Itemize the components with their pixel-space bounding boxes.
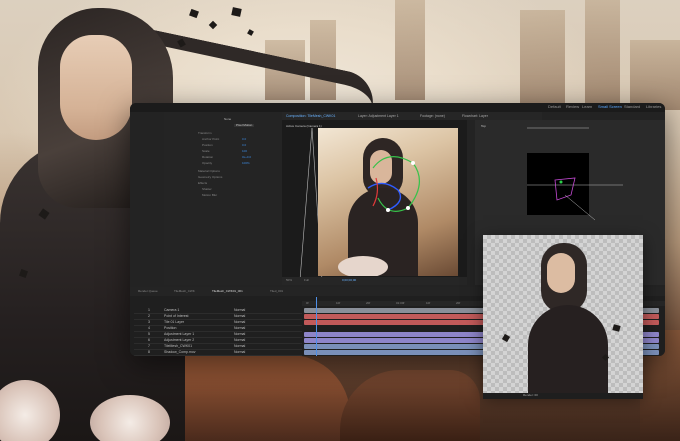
timeline-layer[interactable]: 8 Shadow_Comp.mov Normal: [134, 349, 302, 356]
workspace-item[interactable]: Review: [566, 104, 579, 109]
background-building: [630, 40, 680, 110]
layer-number: 5: [148, 332, 150, 336]
layer-mode[interactable]: Normal: [234, 320, 245, 324]
property-value[interactable]: 100%: [242, 162, 250, 165]
property-label[interactable]: Motion Blur: [202, 194, 217, 197]
preview-figure-body: [528, 305, 608, 395]
layer-number: 7: [148, 344, 150, 348]
shatter-preview-card: [483, 235, 643, 395]
property-value[interactable]: 100: [242, 150, 247, 153]
ruler-tick: 20f: [366, 301, 371, 305]
zoom-level[interactable]: 50%: [286, 279, 292, 282]
layer-number: 3: [148, 320, 150, 324]
tab-composition[interactable]: Composition: TileMesh_CWK01: [286, 114, 335, 118]
property-value[interactable]: 0.0: [242, 144, 246, 147]
layer-number: 2: [148, 314, 150, 318]
shatter-fragment: [247, 29, 254, 36]
background-building: [520, 10, 565, 105]
camera-guide-line: [299, 127, 313, 281]
ruler-tick: 10f: [426, 301, 431, 305]
keyframe-point[interactable]: [411, 161, 415, 165]
figure-face: [60, 35, 132, 140]
playhead[interactable]: [316, 297, 317, 356]
layer-name[interactable]: Adjustment Layer 1: [164, 332, 194, 336]
layer-mode[interactable]: Normal: [234, 308, 245, 312]
viewer-timecode[interactable]: 0;00;00;00: [342, 279, 356, 282]
property-label[interactable]: Geometry Options: [198, 176, 222, 179]
ruler-tick: 0f: [306, 301, 309, 305]
property-label[interactable]: Position: [202, 144, 213, 147]
resolution[interactable]: Full: [304, 279, 309, 282]
workspace-item-active[interactable]: Small Screen: [598, 104, 622, 109]
layer-mode[interactable]: Normal: [234, 338, 245, 342]
property-label[interactable]: Rotation: [202, 156, 213, 159]
top-view-comp: [527, 153, 589, 215]
camera-paths: [367, 156, 420, 212]
layer-name[interactable]: Tile 01 Layer: [164, 320, 184, 324]
ruler-tick: 01:00f: [396, 301, 405, 305]
tab-layer[interactable]: Layer: Adjustment Layer 1: [358, 114, 399, 118]
viewer-footer: 50% Full 0;00;00;00: [282, 277, 467, 285]
layer-mode[interactable]: Normal: [234, 344, 245, 348]
preview-toolbar: Render: 00: [483, 393, 643, 399]
layer-name[interactable]: TileMesh_CWK01: [164, 344, 192, 348]
property-value[interactable]: 0x+0.0: [242, 156, 251, 159]
workspace-bar: Default Review Learn Small Screen Standa…: [130, 103, 665, 112]
mode-dropdown[interactable]: Pixel Motion: [234, 124, 255, 127]
layer-name[interactable]: Position: [164, 326, 176, 330]
background-building: [395, 0, 425, 100]
tab-timeline[interactable]: TileMesh_CWK: [174, 290, 195, 293]
property-label[interactable]: Transform: [198, 132, 212, 135]
preview-label: Render: 00: [523, 393, 538, 397]
property-label[interactable]: Anchor Point: [202, 138, 219, 141]
property-list: Transform Anchor Point 0.0 Position 0.0 …: [194, 132, 279, 202]
property-value[interactable]: 0.0: [242, 138, 246, 141]
workspace-item[interactable]: Libraries: [646, 104, 661, 109]
layer-mode[interactable]: Normal: [234, 326, 245, 330]
layer-mode[interactable]: Normal: [234, 350, 245, 354]
property-label[interactable]: Opacity: [202, 162, 212, 165]
camera-point[interactable]: [559, 180, 563, 184]
property-label[interactable]: Scale: [202, 150, 210, 153]
ruffle-detail: [90, 395, 170, 441]
ruler-tick: 20f: [456, 301, 461, 305]
shatter-fragment: [208, 20, 218, 30]
viewer-image: [318, 128, 458, 276]
shatter-fragment: [231, 7, 242, 17]
layer-name[interactable]: Point of Interest: [164, 314, 189, 318]
workspace-item[interactable]: Default: [548, 104, 561, 109]
panel-label: None: [224, 117, 232, 121]
layer-mode[interactable]: Normal: [234, 332, 245, 336]
shatter-fragment: [189, 8, 199, 19]
layer-name[interactable]: Adjustment Layer 2: [164, 338, 194, 342]
property-label[interactable]: Effects: [198, 182, 207, 185]
composition-tabs: Composition: TileMesh_CWK01 Layer: Adjus…: [282, 112, 542, 120]
tab-timeline[interactable]: Tiled_001: [270, 290, 283, 293]
layer-name[interactable]: Camera 1: [164, 308, 179, 312]
layer-number: 8: [148, 350, 150, 354]
layer-number: 1: [148, 308, 150, 312]
layer-name[interactable]: Shadow_Comp.mov: [164, 350, 196, 354]
tab-footage[interactable]: Footage: (none): [420, 114, 445, 118]
background-ruins: [340, 370, 480, 441]
tab-flowchart[interactable]: Flowchart: Layer: [462, 114, 488, 118]
tab-render-queue[interactable]: Render Queue: [138, 290, 158, 293]
layer-number: 6: [148, 338, 150, 342]
preview-figure-face: [547, 253, 575, 293]
property-label[interactable]: Material Options: [198, 170, 220, 173]
workspace-item[interactable]: Standard: [624, 104, 640, 109]
composition-viewer[interactable]: Active Camera (Camera 1) 50% Full 0;00;0…: [282, 120, 467, 285]
ruler-tick: 10f: [336, 301, 341, 305]
tab-timeline-active[interactable]: TileMesh_CWK01_001: [212, 290, 243, 293]
effect-controls-panel: None Pixel Motion Transform Anchor Point…: [164, 112, 282, 285]
property-label[interactable]: Shatter: [202, 188, 212, 191]
keyframe-point[interactable]: [406, 206, 410, 210]
keyframe-point[interactable]: [386, 208, 390, 212]
layer-number: 4: [148, 326, 150, 330]
layer-mode[interactable]: Normal: [234, 314, 245, 318]
motion-path-red: [372, 177, 379, 207]
background-building: [585, 0, 620, 105]
workspace-item[interactable]: Learn: [582, 104, 592, 109]
